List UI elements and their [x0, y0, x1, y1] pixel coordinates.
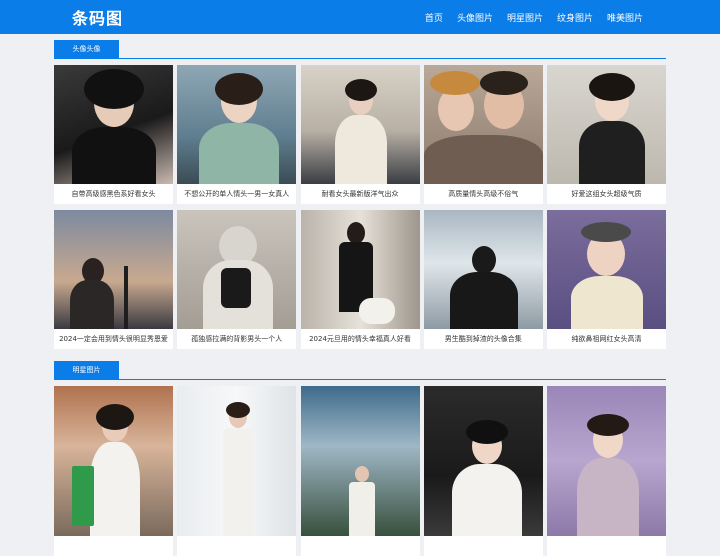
image-caption [424, 536, 543, 556]
image-grid: 自带高级感黑色系好看女头 不想公开的单人情头一男一女真人 耐看女头最新版洋气出众 [54, 65, 666, 349]
thumbnail [54, 210, 173, 329]
section-celebrities: 明星图片 [54, 361, 666, 556]
nav-avatar[interactable]: 头像图片 [457, 11, 493, 24]
nav-tattoo[interactable]: 纹身图片 [557, 11, 593, 24]
thumbnail [54, 386, 173, 536]
thumbnail [547, 65, 666, 184]
image-caption: 2024一定会用到情头很明显秀恩爱 [59, 335, 168, 343]
thumbnail [300, 210, 420, 329]
image-card[interactable]: 自带高级感黑色系好看女头 [54, 65, 173, 204]
image-card[interactable] [300, 386, 420, 556]
image-caption: 自带高级感黑色系好看女头 [71, 190, 156, 198]
image-grid [54, 386, 666, 556]
thumbnail [423, 65, 543, 184]
main-nav: 首页 头像图片 明星图片 纹身图片 唯美图片 [411, 0, 643, 34]
thumbnail [423, 386, 543, 536]
thumbnail [54, 65, 173, 184]
top-bar: 条码图 首页 头像图片 明星图片 纹身图片 唯美图片 [0, 0, 720, 34]
image-caption: 耐看女头最新版洋气出众 [321, 190, 399, 198]
nav-celebrity[interactable]: 明星图片 [507, 11, 543, 24]
image-card[interactable]: 2024一定会用到情头很明显秀恩爱 [54, 210, 173, 349]
thumbnail [547, 386, 666, 536]
section-avatars: 头像头像 自带高级感黑色系好看女头 不想公开的单人情头一男一女真人 耐看女头最新… [54, 40, 666, 349]
thumbnail [177, 386, 297, 536]
image-card[interactable] [547, 386, 666, 556]
image-caption: 不想公开的单人情头一男一女真人 [184, 190, 290, 198]
nav-aesthetic[interactable]: 唯美图片 [607, 11, 643, 24]
image-caption [177, 536, 296, 556]
image-caption: 2024元旦用的情头幸福真人好看 [309, 335, 411, 343]
image-card[interactable]: 2024元旦用的情头幸福真人好看 [300, 210, 420, 349]
thumbnail [177, 210, 297, 329]
thumbnail [547, 210, 666, 329]
image-caption [54, 536, 173, 556]
image-card[interactable]: 纯欲鼻祖网红女头高清 [547, 210, 666, 349]
image-card[interactable]: 耐看女头最新版洋气出众 [300, 65, 420, 204]
image-card[interactable]: 孤独感拉满的背影男头一个人 [177, 210, 297, 349]
image-caption: 好爱这组女头超级气质 [571, 190, 642, 198]
image-card[interactable]: 不想公开的单人情头一男一女真人 [177, 65, 297, 204]
site-logo[interactable]: 条码图 [72, 5, 123, 29]
image-caption [301, 536, 420, 556]
image-card[interactable]: 高质量情头高级不俗气 [423, 65, 543, 204]
section-title[interactable]: 明星图片 [54, 361, 119, 379]
image-card[interactable] [423, 386, 543, 556]
thumbnail [300, 65, 420, 184]
image-card[interactable] [177, 386, 297, 556]
image-card[interactable] [54, 386, 173, 556]
thumbnail [177, 65, 297, 184]
section-title[interactable]: 头像头像 [54, 40, 119, 58]
image-caption: 孤独感拉满的背影男头一个人 [191, 335, 283, 343]
image-caption: 高质量情头高级不俗气 [448, 190, 519, 198]
section-header: 头像头像 [54, 40, 666, 59]
image-caption [547, 536, 666, 556]
section-header: 明星图片 [54, 361, 666, 380]
image-card[interactable]: 好爱这组女头超级气质 [547, 65, 666, 204]
thumbnail [423, 210, 543, 329]
nav-home[interactable]: 首页 [425, 11, 443, 24]
image-caption: 男生酷到掉渣的头像合集 [444, 335, 522, 343]
image-caption: 纯欲鼻祖网红女头高清 [571, 335, 642, 343]
image-card[interactable]: 男生酷到掉渣的头像合集 [423, 210, 543, 349]
thumbnail [300, 386, 420, 536]
